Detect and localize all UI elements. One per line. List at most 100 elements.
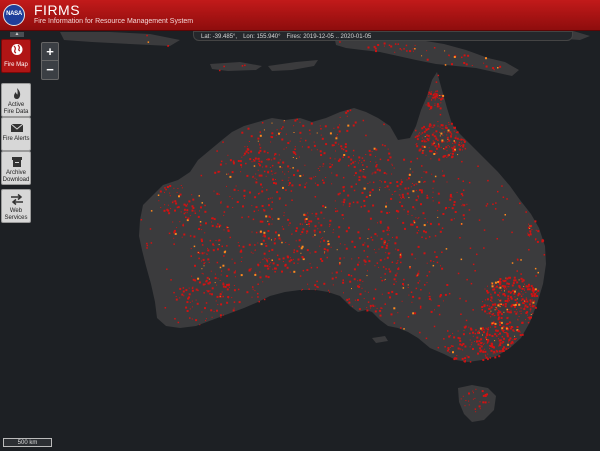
fires-date-range[interactable]: Fires: 2019-12-05 .. 2020-01-05 xyxy=(287,34,372,40)
fire-point xyxy=(446,134,448,136)
nasa-logo[interactable]: NASA xyxy=(3,4,25,26)
fire-point xyxy=(251,205,253,207)
fire-point xyxy=(232,161,235,163)
fire-point xyxy=(283,215,285,217)
fire-point xyxy=(435,151,436,153)
fire-point xyxy=(342,279,344,281)
zoom-in-button[interactable]: + xyxy=(42,43,58,61)
fire-point xyxy=(435,137,438,140)
fire-point xyxy=(326,256,328,259)
fire-point xyxy=(530,224,533,227)
fire-point xyxy=(434,251,436,253)
fire-point xyxy=(439,135,441,137)
fire-point xyxy=(159,190,162,193)
fire-point xyxy=(287,171,289,173)
fire-point xyxy=(457,272,460,275)
fire-point xyxy=(359,169,362,172)
fire-point xyxy=(205,302,208,304)
fire-point xyxy=(381,144,384,146)
fire-point xyxy=(486,338,488,340)
fire-point xyxy=(389,212,391,214)
fire-point xyxy=(173,187,175,189)
fire-point xyxy=(383,42,386,45)
fire-point xyxy=(220,303,223,306)
fire-point xyxy=(275,172,277,174)
collapse-sidebar-button[interactable]: ▲ xyxy=(10,32,24,37)
fire-point xyxy=(218,244,220,246)
fire-point xyxy=(386,244,388,247)
fire-point xyxy=(383,242,386,245)
nav-web-services[interactable]: Web Services xyxy=(1,189,31,223)
fire-point xyxy=(451,63,453,66)
fire-point xyxy=(441,175,443,177)
fire-point xyxy=(166,268,168,270)
fire-point xyxy=(200,174,203,177)
fire-point xyxy=(533,305,535,306)
fire-point xyxy=(343,201,345,204)
fire-point xyxy=(266,189,268,191)
fire-point xyxy=(403,209,405,211)
fire-point xyxy=(327,251,329,253)
fire-point xyxy=(372,204,375,207)
fire-point xyxy=(479,408,481,410)
fire-point xyxy=(443,174,445,177)
fire-point xyxy=(490,294,492,296)
nav-fire-alerts[interactable]: Fire Alerts xyxy=(1,117,31,151)
fire-point xyxy=(278,237,281,240)
fire-point xyxy=(504,290,505,292)
fire-point xyxy=(457,154,459,156)
fire-point xyxy=(499,311,502,314)
fire-point xyxy=(411,183,413,184)
fire-point xyxy=(462,180,464,182)
fire-point xyxy=(522,293,524,295)
fire-point xyxy=(305,218,308,220)
fire-point xyxy=(315,215,317,217)
fire-point xyxy=(339,243,341,245)
fire-point xyxy=(353,268,356,271)
fire-point xyxy=(463,360,466,363)
fire-point xyxy=(427,138,429,140)
fire-point xyxy=(530,314,532,315)
fire-point xyxy=(480,338,483,341)
nav-active-fire-data[interactable]: Active Fire Data xyxy=(1,83,31,117)
fire-point xyxy=(516,309,518,311)
fire-point xyxy=(241,65,244,67)
fire-point xyxy=(209,293,211,295)
nav-fire-map[interactable]: Fire Map xyxy=(1,39,31,73)
fire-point xyxy=(478,219,481,221)
fire-point xyxy=(183,203,186,206)
fire-point xyxy=(483,62,485,64)
fire-point xyxy=(261,122,264,124)
fire-point xyxy=(529,228,531,229)
fire-point xyxy=(468,400,470,402)
fire-point xyxy=(194,212,197,214)
fire-point xyxy=(486,313,488,315)
fire-point xyxy=(450,147,452,149)
fire-point xyxy=(174,200,177,203)
fire-point xyxy=(530,301,532,303)
fire-point xyxy=(281,226,283,228)
fire-point xyxy=(465,400,467,401)
fire-point xyxy=(448,123,450,125)
fire-point xyxy=(224,250,227,253)
fire-point xyxy=(437,125,439,127)
fire-point xyxy=(494,356,497,359)
fire-point xyxy=(316,266,318,269)
fire-point xyxy=(427,102,430,105)
zoom-out-button[interactable]: − xyxy=(42,61,58,78)
fire-point xyxy=(435,147,438,150)
fire-point xyxy=(229,159,232,162)
fire-point xyxy=(370,307,371,309)
fire-point xyxy=(487,332,489,334)
fire-point xyxy=(241,216,243,219)
fire-map[interactable] xyxy=(0,0,600,451)
fire-point xyxy=(428,104,430,106)
fire-point xyxy=(287,218,290,221)
fire-point xyxy=(282,179,284,181)
fire-point xyxy=(308,129,311,132)
fire-point xyxy=(297,258,300,261)
nav-archive-download[interactable]: Archive Download xyxy=(1,151,31,185)
fire-point xyxy=(404,187,407,190)
fire-point xyxy=(210,309,213,312)
fire-point xyxy=(377,44,380,46)
